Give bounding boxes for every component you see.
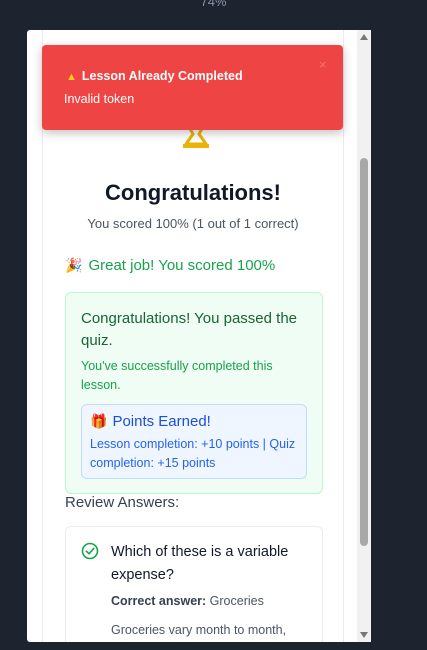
toast-title-row: ▲ Lesson Already Completed (66, 69, 243, 83)
review-heading: Review Answers: (65, 494, 180, 511)
error-toast: ▲ Lesson Already Completed Invalid token … (42, 45, 343, 130)
check-circle-icon (81, 542, 99, 560)
points-box: 🎁 Points Earned! Lesson completion: +10 p… (81, 404, 307, 479)
zoom-level: 74% (200, 0, 227, 9)
points-heading: 🎁 Points Earned! (90, 413, 211, 430)
close-icon[interactable]: × (319, 57, 327, 72)
toast-title: Lesson Already Completed (81, 69, 243, 83)
correct-answer-label: Correct answer: (111, 594, 207, 608)
question-text: Which of these is a variable expense? (111, 544, 289, 583)
success-title: Congratulations! You passed the quiz. (81, 310, 297, 349)
correct-answer-value: Groceries (209, 594, 264, 608)
success-subtitle: You've successfully completed this lesso… (81, 359, 273, 392)
question-card: Which of these is a variable expense? Co… (65, 526, 323, 642)
toast-message: Invalid token (64, 92, 135, 106)
scroll-thumb[interactable] (360, 158, 368, 546)
party-popper-icon: 🎉 (65, 257, 83, 273)
success-box: Congratulations! You passed the quiz. Yo… (65, 292, 323, 494)
answer-explanation: Groceries vary month to month, (111, 623, 287, 637)
points-title: Points Earned! (112, 413, 211, 430)
score-summary: You scored 100% (1 out of 1 correct) (87, 216, 299, 231)
scroll-down-arrow-icon[interactable] (360, 632, 368, 638)
great-job-text: Great job! You scored 100% (88, 257, 276, 274)
great-job-message: 🎉 Great job! You scored 100% (65, 257, 275, 274)
points-detail: Lesson completion: +10 points | Quiz com… (90, 437, 296, 470)
scroll-up-arrow-icon[interactable] (360, 34, 368, 40)
warning-icon: ▲ (66, 71, 77, 83)
congrats-title: Congratulations! (105, 180, 281, 205)
correct-answer: Correct answer: Groceries (111, 594, 316, 608)
gift-icon: 🎁 (90, 413, 108, 429)
scrollbar[interactable] (357, 30, 371, 642)
